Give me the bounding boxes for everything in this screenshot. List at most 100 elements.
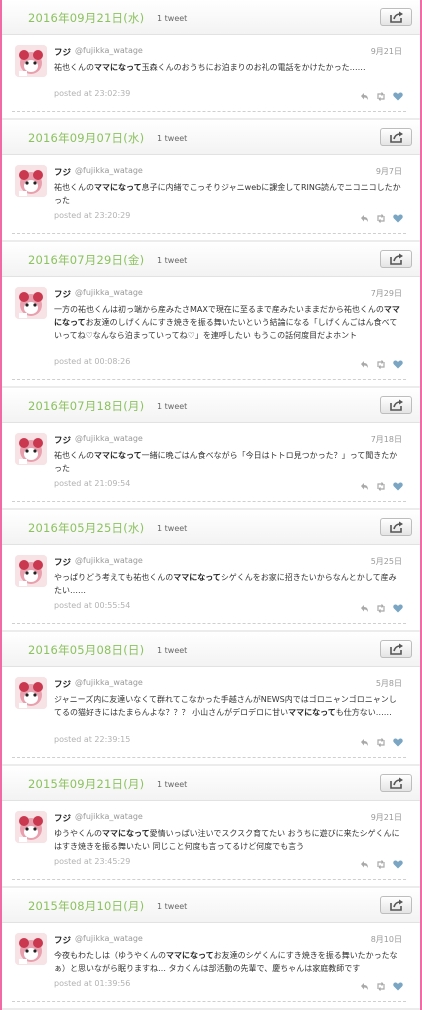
day-date[interactable]: 2016年05月25日(水) (28, 520, 144, 536)
divider (12, 879, 406, 880)
share-icon (390, 643, 403, 655)
tweet-date[interactable]: 9月21日 (371, 46, 402, 57)
user-handle[interactable]: @fujikka_watage (75, 46, 143, 55)
user-name[interactable]: フジ (54, 46, 71, 58)
favorite-icon[interactable] (393, 208, 403, 227)
day-date[interactable]: 2016年07月29日(金) (28, 252, 144, 268)
tweet-actions (360, 598, 404, 613)
retweet-icon[interactable] (376, 476, 386, 495)
day-section: 2016年05月08日(日) 1 tweet フジ @fujikka_watag… (2, 632, 420, 766)
day-date[interactable]: 2016年09月07日(水) (28, 130, 144, 146)
tweet: フジ @fujikka_watage 9月7日 祐也くんのママになって息子に内緒… (2, 154, 420, 242)
reply-icon[interactable] (360, 598, 369, 617)
user-name[interactable]: フジ (54, 434, 71, 446)
day-header: 2015年09月21日(月) 1 tweet (2, 766, 420, 801)
share-button[interactable] (380, 128, 412, 146)
avatar[interactable] (15, 287, 47, 319)
avatar[interactable] (15, 933, 47, 965)
day-section: 2016年09月07日(水) 1 tweet フジ @fujikka_watag… (2, 120, 420, 242)
reply-icon[interactable] (360, 732, 369, 751)
user-name[interactable]: フジ (54, 166, 71, 178)
tweet-count: 1 tweet (157, 134, 188, 143)
user-name[interactable]: フジ (54, 934, 71, 946)
tweet-date[interactable]: 5月8日 (376, 678, 402, 689)
reply-icon[interactable] (360, 354, 369, 373)
favorite-icon[interactable] (393, 86, 403, 105)
day-date[interactable]: 2015年09月21日(月) (28, 776, 144, 792)
avatar[interactable] (15, 811, 47, 843)
retweet-icon[interactable] (376, 854, 386, 873)
reply-icon[interactable] (360, 86, 369, 105)
user-name[interactable]: フジ (54, 812, 71, 824)
favorite-icon[interactable] (393, 854, 403, 873)
day-section: 2016年09月21日(水) 1 tweet フジ @fujikka_watag… (2, 0, 420, 120)
favorite-icon[interactable] (393, 476, 403, 495)
user-handle[interactable]: @fujikka_watage (75, 812, 143, 821)
reply-icon[interactable] (360, 208, 369, 227)
user-handle[interactable]: @fujikka_watage (75, 166, 143, 175)
share-button[interactable] (380, 774, 412, 792)
divider (12, 111, 406, 112)
tweet-date[interactable]: 7月29日 (371, 288, 402, 299)
favorite-icon[interactable] (393, 976, 403, 995)
share-icon (390, 11, 403, 23)
share-button[interactable] (380, 8, 412, 26)
tweet-text: 一方の祐也くんは初っ端から産みたさMAXで現在に至るまで産みたいままだから祐也く… (54, 305, 400, 340)
day-header: 2016年09月07日(水) 1 tweet (2, 120, 420, 155)
day-date[interactable]: 2015年08月10日(月) (28, 898, 144, 914)
day-header: 2016年09月21日(水) 1 tweet (2, 0, 420, 35)
day-section: 2015年08月10日(月) 1 tweet フジ @fujikka_watag… (2, 888, 420, 1010)
share-button[interactable] (380, 640, 412, 658)
tweet: フジ @fujikka_watage 8月10日 今夜もわたしは（ゆうやくんのマ… (2, 922, 420, 1010)
tweet-date[interactable]: 9月21日 (371, 812, 402, 823)
share-button[interactable] (380, 396, 412, 414)
tweet-date[interactable]: 5月25日 (371, 556, 402, 567)
retweet-icon[interactable] (376, 354, 386, 373)
day-date[interactable]: 2016年07月18日(月) (28, 398, 144, 414)
day-header: 2016年05月08日(日) 1 tweet (2, 632, 420, 667)
user-name[interactable]: フジ (54, 556, 71, 568)
tweet-date[interactable]: 7月18日 (371, 434, 402, 445)
divider (12, 233, 406, 234)
tweet-text: 今夜もわたしは（ゆうやくんのママになってお友達のシゲくんにすき焼きを振る舞いたか… (54, 951, 398, 973)
retweet-icon[interactable] (376, 208, 386, 227)
user-handle[interactable]: @fujikka_watage (75, 288, 143, 297)
avatar[interactable] (15, 677, 47, 709)
user-handle[interactable]: @fujikka_watage (75, 556, 143, 565)
user-name[interactable]: フジ (54, 678, 71, 690)
tweet-text: 祐也くんのママになって息子に内緒でこっそりジャニwebに課金してRING読んでニ… (54, 183, 401, 205)
share-button[interactable] (380, 518, 412, 536)
user-name[interactable]: フジ (54, 288, 71, 300)
day-date[interactable]: 2016年05月08日(日) (28, 642, 144, 658)
user-handle[interactable]: @fujikka_watage (75, 678, 143, 687)
tweet-text: ジャニーズ内に友達いなくて群れてこなかった手越さんがNEWS内ではゴロニャンゴロ… (54, 695, 397, 717)
tweet-archive-feed: 2016年09月21日(水) 1 tweet フジ @fujikka_watag… (2, 0, 420, 1010)
retweet-icon[interactable] (376, 86, 386, 105)
avatar[interactable] (15, 165, 47, 197)
user-handle[interactable]: @fujikka_watage (75, 434, 143, 443)
retweet-icon[interactable] (376, 598, 386, 617)
favorite-icon[interactable] (393, 354, 403, 373)
tweet-count: 1 tweet (157, 780, 188, 789)
user-handle[interactable]: @fujikka_watage (75, 934, 143, 943)
avatar[interactable] (15, 45, 47, 77)
share-button[interactable] (380, 896, 412, 914)
tweet-count: 1 tweet (157, 14, 188, 23)
day-section: 2015年09月21日(月) 1 tweet フジ @fujikka_watag… (2, 766, 420, 888)
favorite-icon[interactable] (393, 732, 403, 751)
share-button[interactable] (380, 250, 412, 268)
tweet-date[interactable]: 8月10日 (371, 934, 402, 945)
reply-icon[interactable] (360, 476, 369, 495)
tweet-date[interactable]: 9月7日 (376, 166, 402, 177)
favorite-icon[interactable] (393, 598, 403, 617)
retweet-icon[interactable] (376, 976, 386, 995)
tweet-actions (360, 208, 404, 223)
reply-icon[interactable] (360, 976, 369, 995)
tweet: フジ @fujikka_watage 7月29日 一方の祐也くんは初っ端から産み… (2, 276, 420, 388)
day-date[interactable]: 2016年09月21日(水) (28, 10, 144, 26)
retweet-icon[interactable] (376, 732, 386, 751)
reply-icon[interactable] (360, 854, 369, 873)
avatar[interactable] (15, 433, 47, 465)
posted-time: posted at 23:20:29 (54, 211, 131, 220)
avatar[interactable] (15, 555, 47, 587)
